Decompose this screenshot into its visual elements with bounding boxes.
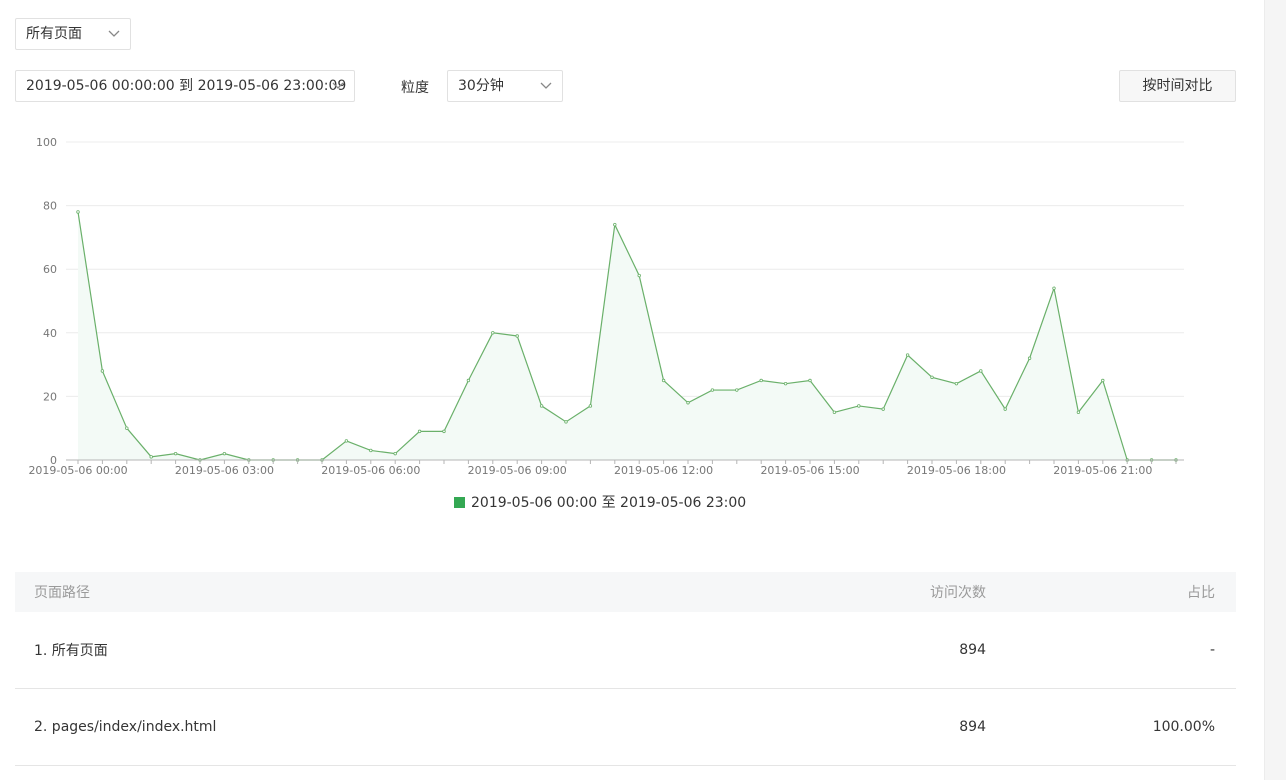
- table-header: 页面路径 访问次数 占比: [15, 572, 1236, 612]
- data-point[interactable]: [588, 404, 593, 408]
- table-row[interactable]: 1. 所有页面 894 -: [15, 612, 1236, 689]
- data-point[interactable]: [539, 404, 544, 408]
- data-point[interactable]: [1052, 286, 1056, 290]
- granularity-label: 粒度: [401, 80, 429, 96]
- page-select-value: 所有页面: [26, 26, 82, 42]
- data-point[interactable]: [149, 455, 153, 459]
- data-point[interactable]: [759, 378, 763, 383]
- row-visits: 894: [959, 719, 986, 735]
- data-point[interactable]: [735, 388, 739, 392]
- table-row[interactable]: 2. pages/index/index.html 894 100.00%: [15, 689, 1236, 766]
- y-tick-label: 20: [43, 390, 57, 403]
- data-point[interactable]: [491, 331, 495, 335]
- granularity-select[interactable]: 30分钟: [447, 70, 563, 102]
- x-tick-label: 2019-05-06 15:00: [760, 464, 859, 477]
- row-page-path: 1. 所有页面: [34, 643, 108, 659]
- data-point[interactable]: [661, 378, 666, 383]
- data-point[interactable]: [515, 334, 519, 338]
- data-point[interactable]: [76, 210, 80, 214]
- x-tick-label: 2019-05-06 06:00: [321, 464, 420, 477]
- data-point[interactable]: [369, 448, 373, 453]
- row-ratio: -: [1209, 642, 1215, 658]
- row-ratio: 100.00%: [1152, 719, 1215, 735]
- data-point[interactable]: [832, 410, 837, 414]
- row-visits: 894: [959, 642, 986, 658]
- data-point[interactable]: [125, 426, 129, 430]
- compare-by-time-button[interactable]: 按时间对比: [1119, 70, 1236, 102]
- x-tick-label: 2019-05-06 18:00: [907, 464, 1006, 477]
- x-tick-label: 2019-05-06 09:00: [468, 464, 567, 477]
- data-point[interactable]: [173, 451, 178, 456]
- header-visits: 访问次数: [930, 585, 986, 601]
- data-point[interactable]: [100, 369, 105, 373]
- data-point[interactable]: [881, 407, 885, 411]
- header-page-path: 页面路径: [34, 585, 90, 601]
- legend-swatch: [454, 496, 465, 508]
- data-point[interactable]: [783, 381, 788, 386]
- data-point[interactable]: [466, 378, 471, 383]
- x-tick-label: 2019-05-06 12:00: [614, 464, 713, 477]
- data-point[interactable]: [857, 404, 861, 408]
- y-tick-label: 80: [43, 200, 57, 213]
- data-point[interactable]: [222, 451, 227, 456]
- data-point[interactable]: [442, 429, 446, 434]
- y-tick-label: 40: [43, 327, 57, 340]
- chevron-down-icon: [108, 30, 120, 37]
- chevron-down-icon: [540, 82, 552, 89]
- data-point[interactable]: [808, 378, 812, 383]
- data-point[interactable]: [393, 451, 397, 456]
- page-select[interactable]: 所有页面: [15, 18, 131, 50]
- y-tick-label: 60: [43, 263, 57, 276]
- data-point[interactable]: [710, 388, 715, 392]
- data-point[interactable]: [930, 375, 934, 380]
- legend-label: 2019-05-06 00:00 至 2019-05-06 23:00: [471, 495, 747, 511]
- data-point[interactable]: [564, 420, 568, 424]
- header-ratio: 占比: [1187, 585, 1215, 601]
- data-point[interactable]: [1076, 410, 1081, 414]
- granularity-value: 30分钟: [458, 78, 504, 94]
- data-point[interactable]: [613, 222, 617, 227]
- data-point[interactable]: [1003, 407, 1007, 411]
- x-tick-label: 2019-05-06 00:00: [28, 464, 127, 477]
- data-point[interactable]: [979, 369, 983, 373]
- data-point[interactable]: [417, 429, 422, 434]
- x-tick-label: 2019-05-06 03:00: [175, 464, 274, 477]
- data-point[interactable]: [637, 273, 641, 278]
- date-range-picker[interactable]: 2019-05-06 00:00:00 到 2019-05-06 23:00:0…: [15, 70, 355, 102]
- vertical-scrollbar[interactable]: [1264, 0, 1286, 780]
- data-point[interactable]: [954, 381, 959, 386]
- visits-line-chart: 020406080100 2019-05-06 00:00 2019-05-06 …: [28, 136, 1184, 477]
- data-point[interactable]: [1101, 378, 1105, 383]
- date-range-value: 2019-05-06 00:00:00 到 2019-05-06 23:00:0…: [26, 78, 347, 94]
- row-page-path: 2. pages/index/index.html: [34, 719, 217, 735]
- y-tick-label: 100: [36, 136, 57, 149]
- data-point[interactable]: [344, 439, 349, 443]
- chart-legend[interactable]: 2019-05-06 00:00 至 2019-05-06 23:00: [454, 492, 746, 512]
- data-point[interactable]: [1027, 356, 1032, 360]
- chevron-down-icon: [332, 82, 344, 89]
- page-stats-table: 页面路径 访问次数 占比 1. 所有页面 894 - 2. pages/inde…: [15, 572, 1236, 766]
- data-point[interactable]: [686, 401, 690, 405]
- x-tick-label: 2019-05-06 21:00: [1053, 464, 1152, 477]
- data-point[interactable]: [905, 353, 910, 357]
